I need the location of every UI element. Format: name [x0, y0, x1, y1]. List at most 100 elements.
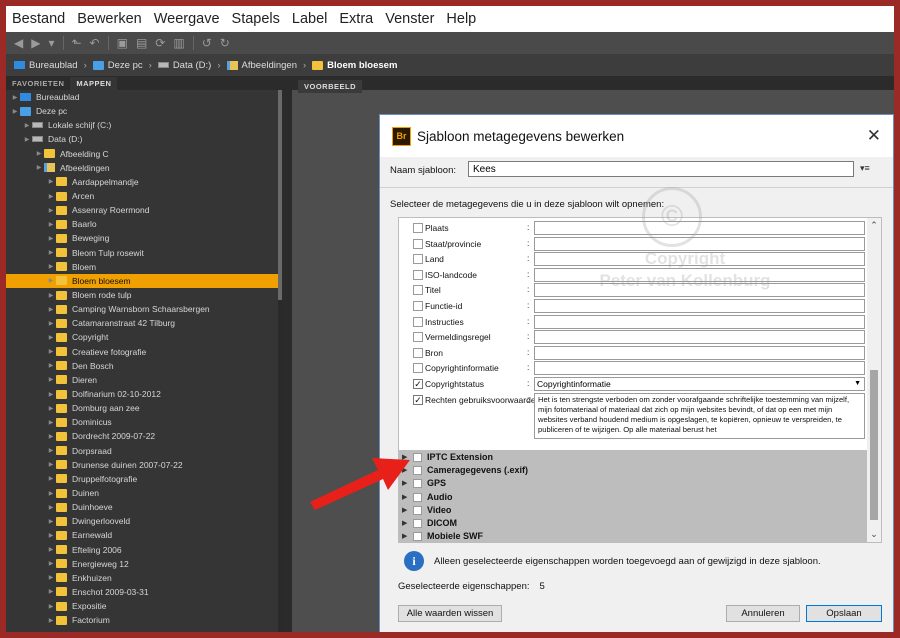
tree-item[interactable]: ▶ Energieweg 12: [6, 557, 282, 571]
disclosure-triangle-icon[interactable]: ▶: [34, 164, 44, 171]
menu-weergave[interactable]: Weergave: [154, 11, 220, 27]
disclosure-triangle-icon[interactable]: ▶: [46, 461, 56, 468]
tree-item[interactable]: ▶ Dolfinarium 02-10-2012: [6, 387, 282, 401]
disclosure-triangle-icon[interactable]: ▶: [10, 94, 20, 101]
tree-item[interactable]: ▶ Afbeelding C: [6, 147, 282, 161]
tree-item[interactable]: ▶ Creatieve fotografie: [6, 345, 282, 359]
tab-voorbeeld[interactable]: VOORBEELD: [298, 80, 363, 93]
tree-item[interactable]: ▶ Dominicus: [6, 415, 282, 429]
expand-triangle-icon[interactable]: ▶: [402, 519, 407, 527]
scroll-up-icon[interactable]: ⌃: [867, 220, 881, 231]
tree-item[interactable]: ▶ Bureaublad: [6, 90, 282, 104]
disclosure-triangle-icon[interactable]: ▶: [46, 433, 56, 440]
fields-scrollbar[interactable]: ⌃ ⌄: [867, 218, 881, 542]
tree-item[interactable]: ▶ Assenray Roermond: [6, 203, 282, 217]
tree-item[interactable]: ▶ Beweging: [6, 231, 282, 245]
disclosure-triangle-icon[interactable]: ▶: [46, 292, 56, 299]
metadata-group-row[interactable]: ▶ Video: [399, 504, 867, 517]
close-icon[interactable]: ✕: [867, 127, 881, 144]
tree-item[interactable]: ▶ Bloem bloesem: [6, 273, 282, 288]
tree-item[interactable]: ▶ Aardappelmandje: [6, 175, 282, 189]
field-input[interactable]: [534, 252, 865, 267]
field-input[interactable]: [534, 236, 865, 251]
field-input[interactable]: [534, 267, 865, 282]
chevron-down-icon[interactable]: ▾: [48, 37, 54, 49]
breadcrumb-item[interactable]: Afbeeldingen: [226, 60, 297, 71]
rights-usage-textarea[interactable]: Het is ten strengste verboden om zonder …: [534, 392, 865, 439]
disclosure-triangle-icon[interactable]: ▶: [46, 588, 56, 595]
scrollbar-thumb[interactable]: [870, 370, 878, 520]
metadata-group-row[interactable]: ▶ DICOM: [399, 517, 867, 530]
field-checkbox[interactable]: [413, 316, 423, 327]
metadata-group-row[interactable]: ▶ GPS: [399, 477, 867, 490]
rotate-right-icon[interactable]: ↻: [220, 37, 230, 49]
disclosure-triangle-icon[interactable]: ▶: [46, 277, 56, 284]
forward-icon[interactable]: ▶: [31, 37, 40, 49]
recent-folder-icon[interactable]: ⬑: [72, 37, 82, 49]
tree-item[interactable]: ▶ Den Bosch: [6, 359, 282, 373]
disclosure-triangle-icon[interactable]: ▶: [46, 617, 56, 624]
tree-item[interactable]: ▶ Druppelfotografie: [6, 472, 282, 486]
menu-bestand[interactable]: Bestand: [12, 11, 65, 27]
field-input[interactable]: [534, 330, 865, 345]
metadata-group-row[interactable]: ▶ IPTC Extension: [399, 451, 867, 464]
menu-extra[interactable]: Extra: [339, 11, 373, 27]
chevron-right-icon[interactable]: ›: [149, 60, 152, 71]
group-checkbox[interactable]: [413, 532, 422, 542]
disclosure-triangle-icon[interactable]: ▶: [46, 221, 56, 228]
tree-item[interactable]: ▶ Efteling 2006: [6, 543, 282, 557]
tree-item[interactable]: ▶ Data (D:): [6, 132, 282, 146]
tree-item[interactable]: ▶ Bloem: [6, 260, 282, 274]
chevron-right-icon[interactable]: ›: [84, 60, 87, 71]
disclosure-triangle-icon[interactable]: ▶: [34, 150, 44, 157]
tree-item[interactable]: ▶ Drunense duinen 2007-07-22: [6, 458, 282, 472]
tree-item[interactable]: ▶ Factorium: [6, 613, 282, 627]
tree-item[interactable]: ▶ Catamaranstraat 42 Tilburg: [6, 316, 282, 330]
menu-label[interactable]: Label: [292, 11, 327, 27]
field-input[interactable]: [534, 314, 865, 329]
disclosure-triangle-icon[interactable]: ▶: [46, 490, 56, 497]
field-checkbox[interactable]: [413, 285, 423, 296]
tab-mappen[interactable]: MAPPEN: [70, 77, 118, 90]
field-checkbox[interactable]: ✓: [413, 394, 423, 405]
tree-item[interactable]: ▶ Lokale schijf (C:): [6, 118, 282, 132]
tree-item[interactable]: ▶ Dorpsraad: [6, 444, 282, 458]
scroll-down-icon[interactable]: ⌄: [867, 529, 881, 540]
chevron-right-icon[interactable]: ›: [303, 60, 306, 71]
disclosure-triangle-icon[interactable]: ▶: [10, 108, 20, 115]
field-checkbox[interactable]: [413, 238, 423, 249]
disclosure-triangle-icon[interactable]: ▶: [22, 122, 32, 129]
disclosure-triangle-icon[interactable]: ▶: [46, 405, 56, 412]
tree-item[interactable]: ▶ Duinhoeve: [6, 500, 282, 514]
expand-triangle-icon[interactable]: ▶: [402, 532, 407, 540]
field-checkbox[interactable]: [413, 254, 423, 265]
tree-item[interactable]: ▶ Camping Warnsborn Schaarsbergen: [6, 302, 282, 316]
save-button[interactable]: Opslaan: [806, 605, 882, 622]
template-menu-icon[interactable]: ▾≡: [860, 163, 870, 174]
disclosure-triangle-icon[interactable]: ▶: [46, 362, 56, 369]
tree-item[interactable]: ▶ Earnewald: [6, 528, 282, 542]
field-input[interactable]: [534, 283, 865, 298]
field-checkbox[interactable]: [413, 223, 423, 233]
metadata-group-row[interactable]: ▶ Audio: [399, 491, 867, 504]
back-icon[interactable]: ◀: [14, 37, 23, 49]
tree-item[interactable]: ▶ Domburg aan zee: [6, 401, 282, 415]
field-checkbox[interactable]: [413, 347, 423, 358]
metadata-group-row[interactable]: ▶ Mobiele SWF: [399, 530, 867, 542]
field-checkbox[interactable]: [413, 301, 423, 311]
tree-item[interactable]: ▶ Deze pc: [6, 104, 282, 118]
menu-bewerken[interactable]: Bewerken: [77, 11, 141, 27]
tree-item[interactable]: ▶ Copyright: [6, 330, 282, 344]
disclosure-triangle-icon[interactable]: ▶: [46, 320, 56, 327]
template-name-input[interactable]: [468, 161, 854, 177]
tree-item[interactable]: ▶ Enkhuizen: [6, 571, 282, 585]
clear-all-button[interactable]: Alle waarden wissen: [398, 605, 502, 622]
boomerang-icon[interactable]: ↶: [90, 37, 100, 49]
field-checkbox[interactable]: [413, 332, 423, 343]
chevron-down-icon[interactable]: ▼: [854, 378, 861, 390]
disclosure-triangle-icon[interactable]: ▶: [46, 546, 56, 553]
tab-favorieten[interactable]: FAVORIETEN: [6, 77, 70, 90]
field-input[interactable]: [534, 299, 865, 313]
tree-item[interactable]: ▶ Arcen: [6, 189, 282, 203]
refine-icon[interactable]: ▤: [136, 37, 147, 49]
